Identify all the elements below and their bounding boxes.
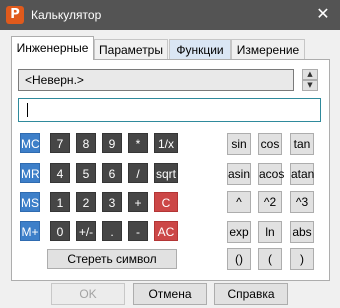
key-sign-toggle[interactable]: +/-: [76, 221, 96, 241]
key-clear[interactable]: C: [154, 192, 178, 212]
tab-parameters[interactable]: Параметры: [94, 39, 168, 59]
key-open-paren[interactable]: (: [258, 248, 282, 270]
clear-symbol-button[interactable]: Стереть символ: [47, 249, 177, 269]
spin-down-icon[interactable]: ▼: [302, 80, 318, 91]
key-multiply[interactable]: *: [128, 133, 148, 153]
key-tan[interactable]: tan: [290, 133, 314, 155]
key-2[interactable]: 2: [76, 192, 96, 212]
key-divide[interactable]: /: [128, 163, 148, 183]
expression-input[interactable]: [18, 98, 321, 122]
key-all-clear[interactable]: AC: [154, 221, 178, 241]
key-minus[interactable]: -: [128, 221, 148, 241]
spin-up-icon[interactable]: ▲: [302, 69, 318, 80]
key-decimal[interactable]: .: [102, 221, 122, 241]
key-5[interactable]: 5: [76, 163, 96, 183]
close-icon[interactable]: ✕: [314, 4, 332, 24]
key-asin[interactable]: asin: [227, 163, 251, 185]
memory-store-button[interactable]: MS: [20, 192, 40, 212]
ok-button[interactable]: OK: [51, 283, 125, 305]
key-1[interactable]: 1: [50, 192, 70, 212]
window-title: Калькулятор: [31, 8, 102, 22]
key-sin[interactable]: sin: [227, 133, 251, 155]
key-power[interactable]: ^: [227, 191, 251, 213]
key-reciprocal[interactable]: 1/x: [154, 133, 178, 153]
memory-recall-button[interactable]: MR: [20, 163, 40, 183]
tab-functions[interactable]: Функции: [169, 39, 231, 59]
tab-engineering[interactable]: Инженерные: [11, 36, 94, 60]
key-close-paren[interactable]: ): [290, 248, 314, 270]
key-ln[interactable]: ln: [258, 221, 282, 243]
key-square[interactable]: ^2: [258, 191, 282, 213]
memory-add-button[interactable]: M+: [20, 221, 40, 241]
key-8[interactable]: 8: [76, 133, 96, 153]
key-3[interactable]: 3: [102, 192, 122, 212]
key-4[interactable]: 4: [50, 163, 70, 183]
key-sqrt[interactable]: sqrt: [154, 163, 178, 183]
app-logo-icon: P: [6, 6, 24, 24]
key-plus[interactable]: +: [128, 192, 148, 212]
tab-measurement[interactable]: Измерение: [231, 39, 305, 59]
title-bar: P Калькулятор ✕: [0, 0, 340, 30]
text-caret: [27, 103, 28, 117]
key-6[interactable]: 6: [102, 163, 122, 183]
cancel-button[interactable]: Отмена: [133, 283, 207, 305]
memory-clear-button[interactable]: MC: [20, 133, 40, 153]
key-0[interactable]: 0: [50, 221, 70, 241]
key-9[interactable]: 9: [102, 133, 122, 153]
key-parentheses[interactable]: (): [227, 248, 251, 270]
key-acos[interactable]: acos: [258, 163, 284, 185]
key-abs[interactable]: abs: [290, 221, 314, 243]
key-atan[interactable]: atan: [290, 163, 314, 185]
key-cos[interactable]: cos: [258, 133, 282, 155]
mode-combo[interactable]: <Неверн.>: [18, 69, 294, 91]
help-button[interactable]: Справка: [214, 283, 288, 305]
key-exp[interactable]: exp: [227, 221, 251, 243]
key-cube[interactable]: ^3: [290, 191, 314, 213]
key-7[interactable]: 7: [50, 133, 70, 153]
